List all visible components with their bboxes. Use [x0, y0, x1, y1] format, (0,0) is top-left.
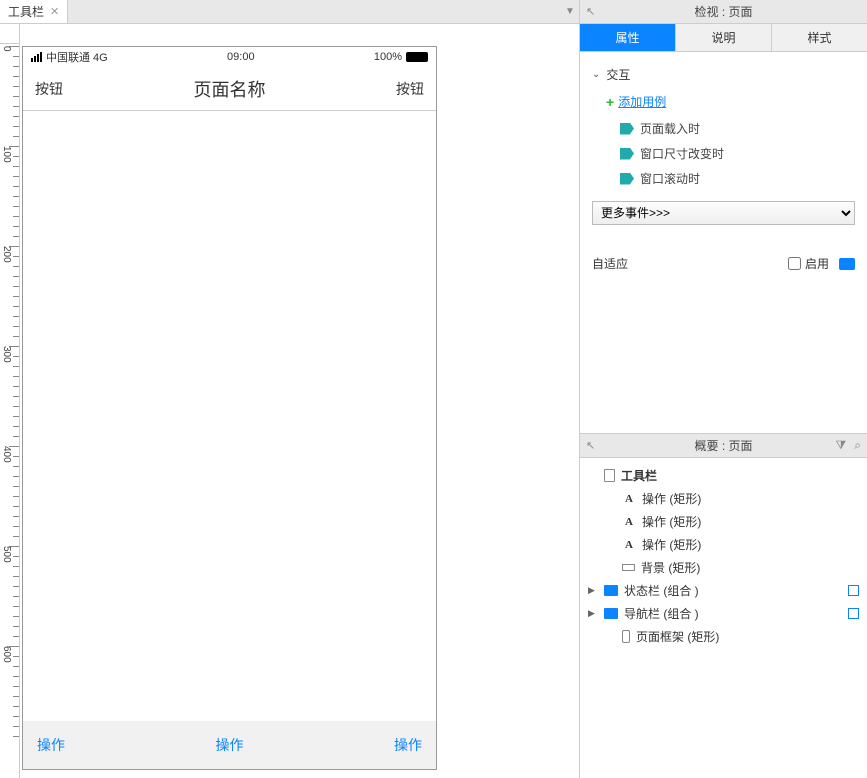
plus-icon: +: [606, 94, 614, 110]
event-icon: [620, 173, 634, 185]
event-icon: [620, 148, 634, 160]
ruler-corner: [0, 24, 20, 44]
interaction-label: 交互: [606, 66, 630, 83]
filter-icon[interactable]: ⧩: [836, 438, 847, 453]
expand-icon[interactable]: ▶: [588, 608, 598, 619]
tree-item-op1[interactable]: A 操作 (矩形): [588, 487, 859, 510]
signal-icon: [31, 52, 42, 62]
status-time: 09:00: [108, 51, 374, 63]
add-case-label: 添加用例: [618, 93, 666, 110]
event-window-resize[interactable]: 窗口尺寸改变时: [592, 141, 855, 166]
nav-right-button[interactable]: 按钮: [396, 79, 424, 99]
text-icon: A: [622, 538, 636, 552]
device-frame[interactable]: 中国联通 4G 09:00 100% 按钮 页面名称 按钮 操作 操作 操作: [22, 46, 437, 770]
event-page-load[interactable]: 页面载入时: [592, 116, 855, 141]
monitor-icon[interactable]: [839, 258, 855, 270]
toolbar-action-3[interactable]: 操作: [394, 735, 422, 755]
chevron-down-icon: ⌄: [592, 69, 600, 80]
tab-style[interactable]: 样式: [772, 24, 867, 51]
undock-icon[interactable]: ↖: [586, 5, 595, 18]
ruler-vertical: 0100200300400500600: [0, 44, 20, 778]
event-icon: [620, 123, 634, 135]
page-tab-active[interactable]: 工具栏 ✕: [0, 0, 68, 23]
status-bar[interactable]: 中国联通 4G 09:00 100%: [23, 47, 436, 67]
close-icon[interactable]: ✕: [50, 5, 59, 18]
undock-icon[interactable]: ↖: [586, 439, 595, 452]
canvas[interactable]: 中国联通 4G 09:00 100% 按钮 页面名称 按钮 操作 操作 操作: [20, 44, 579, 778]
page-icon: [604, 469, 615, 482]
nav-bar[interactable]: 按钮 页面名称 按钮: [23, 67, 436, 111]
search-icon[interactable]: ⌕: [854, 438, 861, 453]
outline-title: 概要 : 页面: [694, 437, 752, 454]
add-case-link[interactable]: + 添加用例: [592, 87, 855, 116]
tree-root[interactable]: 工具栏: [588, 464, 859, 487]
master-indicator-icon: [848, 585, 859, 596]
interaction-section-header[interactable]: ⌄ 交互: [592, 62, 855, 87]
tab-properties[interactable]: 属性: [580, 24, 676, 51]
carrier-text: 中国联通 4G: [46, 49, 108, 65]
event-window-scroll[interactable]: 窗口滚动时: [592, 166, 855, 191]
folder-icon: [604, 608, 618, 619]
inspector-tabs: 属性 说明 样式: [580, 24, 867, 52]
battery-text: 100%: [374, 51, 402, 63]
tab-notes[interactable]: 说明: [676, 24, 772, 51]
rect-icon: [622, 564, 635, 571]
content-area[interactable]: [23, 111, 436, 721]
outline-tree: 工具栏 A 操作 (矩形) A 操作 (矩形) A 操作 (矩形) 背景 (矩形…: [580, 458, 867, 778]
nav-title[interactable]: 页面名称: [63, 76, 396, 102]
battery-icon: [406, 52, 428, 62]
inspector-header: ↖ 检视 : 页面: [580, 0, 867, 24]
adaptive-enable[interactable]: 启用: [788, 255, 855, 272]
tree-item-op3[interactable]: A 操作 (矩形): [588, 533, 859, 556]
tree-item-frame[interactable]: 页面框架 (矩形): [588, 625, 859, 648]
folder-icon: [604, 585, 618, 596]
text-icon: A: [622, 492, 636, 506]
properties-panel: ⌄ 交互 + 添加用例 页面载入时 窗口尺寸改变时 窗口滚动时 更多事件>>> …: [580, 52, 867, 433]
frame-icon: [622, 630, 630, 643]
tab-dropdown[interactable]: ▼: [561, 6, 579, 17]
tab-label: 工具栏: [8, 3, 44, 20]
tree-item-bg[interactable]: 背景 (矩形): [588, 556, 859, 579]
more-events-dropdown[interactable]: 更多事件>>>: [592, 201, 855, 225]
bottom-toolbar[interactable]: 操作 操作 操作: [23, 721, 436, 769]
nav-left-button[interactable]: 按钮: [35, 79, 63, 99]
master-indicator-icon: [848, 608, 859, 619]
expand-icon[interactable]: ▶: [588, 585, 598, 596]
page-tab-bar: 工具栏 ✕ ▼: [0, 0, 579, 24]
text-icon: A: [622, 515, 636, 529]
adaptive-checkbox[interactable]: [788, 257, 801, 270]
tree-item-nav[interactable]: ▶ 导航栏 (组合 ): [588, 602, 859, 625]
adaptive-label: 自适应: [592, 255, 628, 272]
toolbar-action-1[interactable]: 操作: [37, 735, 65, 755]
outline-header: ↖ 概要 : 页面 ⧩ ⌕: [580, 434, 867, 458]
tree-item-op2[interactable]: A 操作 (矩形): [588, 510, 859, 533]
inspector-title: 检视 : 页面: [694, 3, 752, 20]
tree-item-status[interactable]: ▶ 状态栏 (组合 ): [588, 579, 859, 602]
toolbar-action-2[interactable]: 操作: [216, 735, 244, 755]
